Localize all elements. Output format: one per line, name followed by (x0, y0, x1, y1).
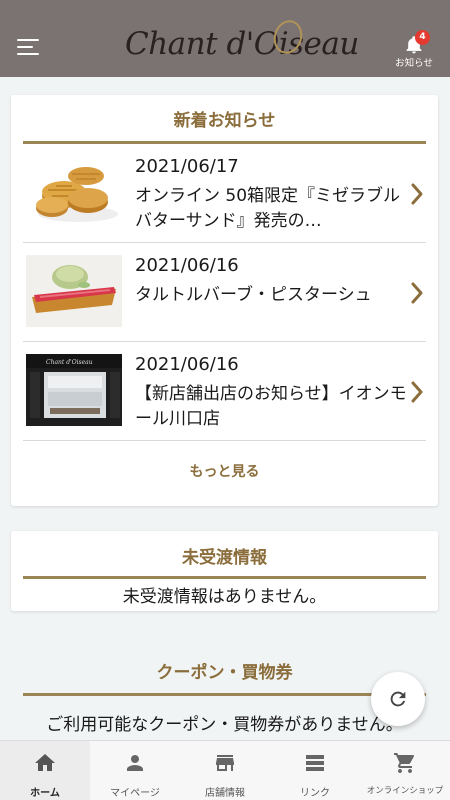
svg-text:Chant d'Oiseau: Chant d'Oiseau (46, 359, 93, 366)
cart-icon (394, 753, 415, 773)
undelivered-title: 未受渡情報 (182, 548, 267, 568)
bottom-tab-bar: ホーム マイページ 店舗情報 リンク オンラインショップ (0, 740, 450, 800)
chevron-right-icon (411, 282, 423, 304)
notification-count-badge: 4 (415, 30, 430, 45)
store-icon (216, 755, 234, 771)
list-icon (306, 755, 324, 771)
news-headline: 【新店舗出店のお知らせ】イオンモール川口店 (135, 384, 407, 429)
coupon-title: クーポン・買物券 (156, 663, 293, 683)
app-header: Chant d'Oiseau 4 お知らせ (0, 0, 450, 77)
news-item[interactable]: 2021/06/17 オンライン 50箱限定『ミゼラブルバターサンド』発売の… (23, 144, 426, 243)
notifications-label: お知らせ (395, 58, 433, 69)
tab-home[interactable]: ホーム (0, 741, 90, 800)
news-card: 新着お知らせ 2021/06/17 オンライン 50箱限定『ミゼラブルバターサン… (11, 95, 438, 506)
tab-label: マイページ (110, 788, 160, 799)
news-date: 2021/06/17 (135, 156, 239, 177)
coupon-message: ご利用可能なクーポン・買物券がありません。 (46, 715, 403, 735)
news-date: 2021/06/16 (135, 255, 239, 276)
tab-label: リンク (300, 788, 330, 799)
refresh-button[interactable] (371, 672, 425, 726)
undelivered-message: 未受渡情報はありません。 (122, 587, 327, 607)
news-item[interactable]: 2021/06/16 タルトルバーブ・ピスターシュ (23, 243, 426, 342)
divider (23, 693, 426, 696)
chevron-right-icon (411, 183, 423, 205)
tab-label: ホーム (30, 788, 60, 799)
news-headline: オンライン 50箱限定『ミゼラブルバターサンド』発売の… (135, 186, 401, 231)
home-icon (35, 754, 55, 771)
person-icon (127, 755, 143, 771)
news-title: 新着お知らせ (173, 111, 276, 131)
news-date: 2021/06/16 (135, 354, 239, 375)
tab-online-shop[interactable]: オンラインショップ (360, 741, 450, 800)
tab-mypage[interactable]: マイページ (90, 741, 180, 800)
chevron-right-icon (411, 381, 423, 403)
undelivered-card: 未受渡情報 未受渡情報はありません。 (11, 531, 438, 611)
notifications-button[interactable]: 4 お知らせ (393, 30, 435, 69)
news-thumbnail-tart (26, 255, 122, 327)
see-more-link[interactable]: もっと見る (11, 461, 438, 481)
tab-store-info[interactable]: 店舗情報 (180, 741, 270, 800)
tab-label: 店舗情報 (205, 788, 245, 799)
hamburger-menu-icon[interactable] (17, 39, 39, 57)
news-list: 2021/06/17 オンライン 50箱限定『ミゼラブルバターサンド』発売の… … (23, 144, 426, 441)
logo-text: Chant d'Oiseau (125, 26, 359, 62)
tab-label: オンラインショップ (366, 786, 444, 796)
brand-logo[interactable]: Chant d'Oiseau (125, 16, 359, 76)
news-headline: タルトルバーブ・ピスターシュ (135, 285, 372, 305)
news-item[interactable]: Chant d'Oiseau 2021/06/16 【新店舗出店のお知らせ】イオ… (23, 342, 426, 441)
refresh-icon (390, 691, 406, 707)
news-thumbnail-butter-sandwich (26, 156, 122, 228)
news-thumbnail-storefront: Chant d'Oiseau (26, 354, 122, 426)
divider (23, 576, 426, 579)
tab-links[interactable]: リンク (270, 741, 360, 800)
